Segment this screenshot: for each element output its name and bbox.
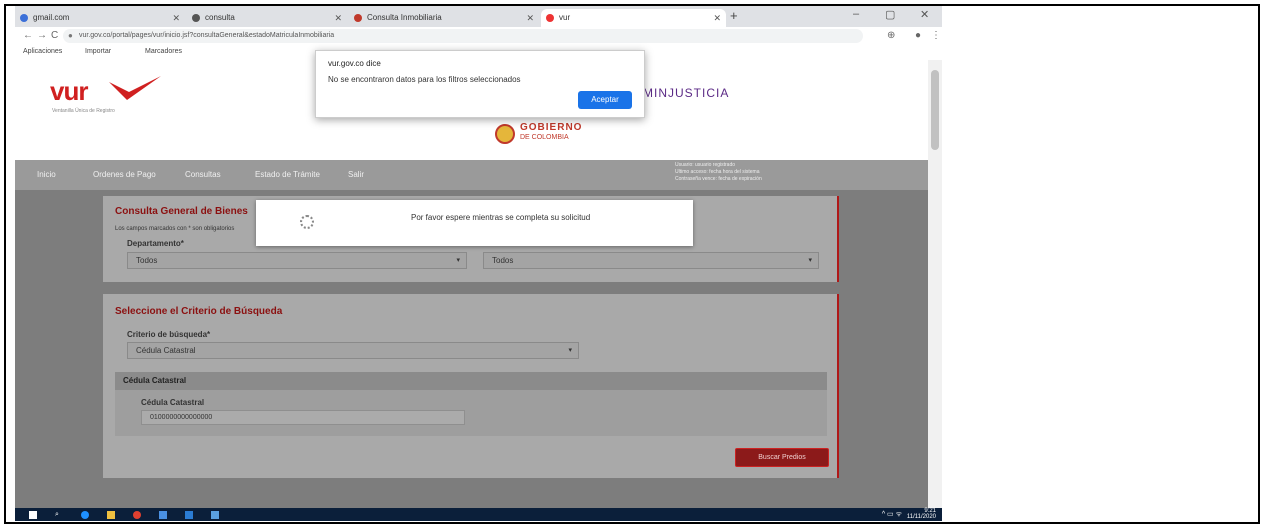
department-value: Todos: [136, 256, 158, 265]
loading-message: Por favor espere mientras se completa su…: [411, 213, 591, 222]
zoom-icon[interactable]: ⊕: [887, 30, 895, 41]
close-tab-icon[interactable]: ✕: [172, 9, 180, 27]
close-window-button[interactable]: ✕: [920, 8, 929, 21]
user-info: Usuario: usuario registrado Ultimo acces…: [675, 162, 762, 183]
favicon-icon: [192, 14, 200, 22]
tab-consulta[interactable]: consulta ✕: [187, 9, 347, 27]
logo-subtitle: Ventanilla Única de Registro: [52, 108, 115, 114]
chevron-down-icon: ▾: [808, 257, 812, 264]
department-select[interactable]: Todos ▾: [127, 252, 467, 269]
clock-date: 11/11/2020: [906, 514, 936, 520]
menu-salir[interactable]: Salir: [348, 170, 364, 179]
bookmark-importar[interactable]: Importar: [85, 48, 111, 55]
colombia-seal-icon: [495, 124, 515, 144]
new-tab-button[interactable]: +: [730, 8, 738, 23]
tab-vur[interactable]: vur ✕: [541, 9, 726, 27]
app-icon[interactable]: [159, 511, 167, 519]
search-icon[interactable]: ⌕: [55, 511, 63, 519]
tab-label: vur: [559, 13, 571, 22]
clock[interactable]: 9:21 11/11/2020: [907, 508, 936, 520]
file-explorer-icon[interactable]: [107, 511, 115, 519]
loading-dialog: Por favor espere mientras se completa su…: [256, 200, 693, 246]
windows-taskbar: ⌕ ^ ▭ ᯤ 9:21 11/11/2020: [15, 508, 942, 521]
back-button[interactable]: ←: [23, 30, 33, 41]
city-select[interactable]: Todos ▾: [483, 252, 819, 269]
city-value: Todos: [492, 256, 514, 265]
main-menu-bar: Inicio Ordenes de Pago Consultas Estado …: [15, 160, 928, 190]
minimize-button[interactable]: –: [853, 8, 859, 20]
user-line-1: Usuario: usuario registrado: [675, 162, 736, 168]
reload-button[interactable]: C: [51, 30, 58, 41]
browser-tab-bar: gmail.com ✕ consulta ✕ Consulta Inmobili…: [15, 6, 942, 27]
page-scrollbar[interactable]: [928, 60, 942, 508]
cedula-input[interactable]: 0100000000000000: [141, 410, 465, 425]
department-label: Departamento*: [127, 239, 184, 248]
criteria-label: Criterio de búsqueda*: [127, 330, 211, 339]
web-page: vur Ventanilla Única de Registro MINJUST…: [15, 60, 928, 508]
gobierno-logo-line1: GOBIERNO: [520, 122, 583, 133]
chrome-icon[interactable]: [133, 511, 141, 519]
search-criteria-panel: Seleccione el Criterio de Búsqueda Crite…: [103, 294, 839, 478]
profile-icon[interactable]: ●: [915, 30, 921, 41]
cedula-value: 0100000000000000: [150, 414, 213, 421]
bookmark-apps[interactable]: Aplicaciones: [23, 48, 62, 55]
favicon-icon: [20, 14, 28, 22]
alert-title: vur.gov.co dice: [328, 59, 381, 68]
favicon-icon: [354, 14, 362, 22]
gobierno-logo-line2: DE COLOMBIA: [520, 134, 569, 141]
tab-label: gmail.com: [33, 13, 70, 22]
address-bar-row: ← → C ● vur.gov.co/portal/pages/vur/inic…: [15, 27, 942, 47]
chevron-down-icon: ▾: [456, 257, 460, 264]
chevron-down-icon: ▾: [568, 347, 572, 354]
close-tab-icon[interactable]: ✕: [334, 9, 342, 27]
favicon-icon: [546, 14, 554, 22]
tab-gmail[interactable]: gmail.com ✕: [15, 9, 185, 27]
loading-spinner-icon: [300, 215, 314, 229]
maximize-button[interactable]: ▢: [885, 8, 895, 21]
user-line-2: Ultimo acceso: fecha hora del sistema: [675, 169, 760, 175]
cedula-catastral-subpanel: Cédula Catastral Cédula Catastral 010000…: [115, 372, 827, 436]
required-hint: Los campos marcados con * son obligatori…: [115, 226, 235, 232]
cedula-label: Cédula Catastral: [141, 398, 205, 407]
tab-consulta-inmobiliaria[interactable]: Consulta Inmobiliaria ✕: [349, 9, 539, 27]
criteria-value: Cédula Catastral: [136, 346, 196, 355]
lock-icon: ●: [68, 31, 73, 40]
browser-alert-dialog: vur.gov.co dice No se encontraron datos …: [315, 50, 645, 118]
start-icon[interactable]: [29, 511, 37, 519]
bookmark-marcadores[interactable]: Marcadores: [145, 48, 182, 55]
url-input[interactable]: ● vur.gov.co/portal/pages/vur/inicio.jsf…: [63, 29, 863, 43]
close-tab-icon[interactable]: ✕: [526, 9, 534, 27]
tab-label: consulta: [205, 13, 235, 22]
panel-title: Seleccione el Criterio de Búsqueda: [115, 306, 283, 317]
panel-title: Consulta General de Bienes: [115, 206, 248, 217]
browser-menu-icon[interactable]: ⋮: [931, 30, 941, 41]
vur-check-logo-icon: [109, 76, 161, 100]
app-icon[interactable]: [211, 511, 219, 519]
forward-button[interactable]: →: [37, 30, 47, 41]
alert-ok-button[interactable]: Aceptar: [578, 91, 632, 109]
scrollbar-thumb[interactable]: [931, 70, 939, 150]
criteria-select[interactable]: Cédula Catastral ▾: [127, 342, 579, 359]
close-tab-icon[interactable]: ✕: [713, 9, 721, 27]
url-text: vur.gov.co/portal/pages/vur/inicio.jsf?c…: [79, 32, 335, 39]
menu-inicio[interactable]: Inicio: [37, 170, 56, 179]
ministry-logo: MINJUSTICIA: [643, 86, 730, 100]
menu-consultas[interactable]: Consultas: [185, 170, 221, 179]
edge-icon[interactable]: [81, 511, 89, 519]
user-line-3: Contraseña vence: fecha de expiración: [675, 176, 762, 182]
subpanel-title: Cédula Catastral: [115, 372, 827, 390]
search-properties-button[interactable]: Buscar Predios: [735, 448, 829, 467]
desktop-screen: gmail.com ✕ consulta ✕ Consulta Inmobili…: [15, 6, 942, 521]
vur-logo[interactable]: vur: [50, 76, 88, 107]
alert-message: No se encontraron datos para los filtros…: [328, 75, 521, 84]
menu-ordenes-pago[interactable]: Ordenes de Pago: [93, 170, 156, 179]
system-tray[interactable]: ^ ▭ ᯤ: [882, 510, 902, 519]
tab-label: Consulta Inmobiliaria: [367, 13, 442, 22]
word-icon[interactable]: [185, 511, 193, 519]
menu-estado-tramite[interactable]: Estado de Trámite: [255, 170, 320, 179]
